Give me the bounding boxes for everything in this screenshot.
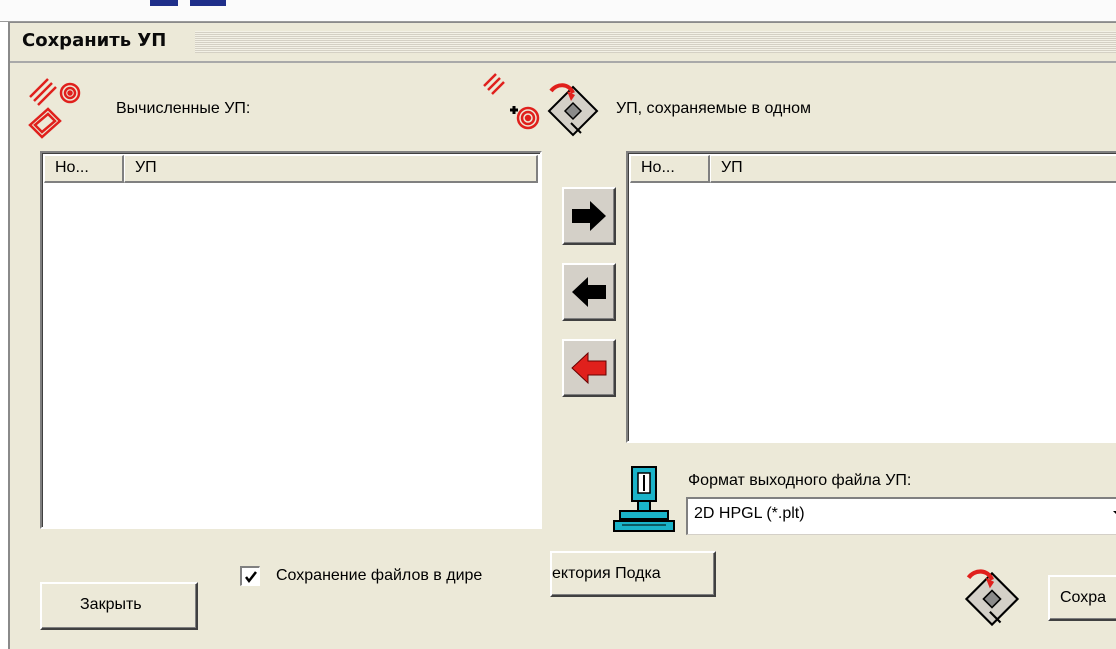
save-to-directory-checkbox[interactable] bbox=[240, 566, 260, 586]
save-toolpaths-dialog: Сохранить УП Вычисленные УП: УП, сохраня… bbox=[8, 22, 1116, 649]
list-header: Но... УП bbox=[44, 155, 538, 183]
saved-toolpaths-label: УП, сохраняемые в одном bbox=[616, 100, 812, 117]
background-window-mark bbox=[190, 0, 226, 6]
computed-toolpaths-label: Вычисленные УП: bbox=[116, 100, 251, 117]
format-select-value: 2D HPGL (*.plt) bbox=[694, 505, 805, 522]
chevron-down-icon bbox=[1113, 511, 1116, 514]
close-button-label: Закрыть bbox=[80, 596, 142, 613]
move-right-button[interactable] bbox=[562, 187, 616, 245]
list-header: Но... УП bbox=[630, 155, 1116, 183]
move-left-button[interactable] bbox=[562, 263, 616, 321]
saved-toolpaths-list[interactable]: Но... УП bbox=[626, 151, 1116, 443]
titlebar-grip bbox=[195, 31, 1116, 53]
arrow-right-icon bbox=[572, 201, 606, 231]
move-all-left-button[interactable] bbox=[562, 339, 616, 397]
column-header-toolpath[interactable]: УП bbox=[124, 155, 538, 183]
directory-button[interactable]: ектория Подка bbox=[550, 551, 716, 597]
toolpaths-red-icon bbox=[28, 78, 81, 139]
save-to-directory-label[interactable]: Сохранение файлов в дире bbox=[276, 567, 482, 585]
arrow-left-red-icon bbox=[571, 351, 607, 385]
dialog-titlebar[interactable]: Сохранить УП bbox=[10, 23, 1116, 63]
format-label: Формат выходного файла УП: bbox=[688, 472, 912, 489]
arrow-left-icon bbox=[572, 277, 606, 307]
checkmark-icon bbox=[245, 571, 257, 584]
column-header-number[interactable]: Но... bbox=[44, 155, 124, 183]
floppy-save-icon bbox=[547, 83, 599, 137]
directory-button-label: ектория Подка bbox=[552, 565, 661, 582]
background-window-mark bbox=[150, 0, 178, 6]
computed-toolpaths-list[interactable]: Но... УП bbox=[40, 151, 542, 529]
floppy-save-icon bbox=[964, 569, 1020, 627]
background-window-strip bbox=[0, 0, 1116, 22]
format-select[interactable]: 2D HPGL (*.plt) bbox=[686, 497, 1116, 535]
save-button[interactable]: Сохра bbox=[1048, 575, 1116, 621]
dialog-title: Сохранить УП bbox=[22, 30, 167, 51]
close-button[interactable]: Закрыть bbox=[40, 582, 198, 630]
column-header-toolpath[interactable]: УП bbox=[710, 155, 1116, 183]
add-toolpath-icon bbox=[483, 73, 540, 130]
column-header-number[interactable]: Но... bbox=[630, 155, 710, 183]
save-button-label: Сохра bbox=[1060, 589, 1107, 606]
cnc-machine-icon bbox=[613, 466, 675, 532]
